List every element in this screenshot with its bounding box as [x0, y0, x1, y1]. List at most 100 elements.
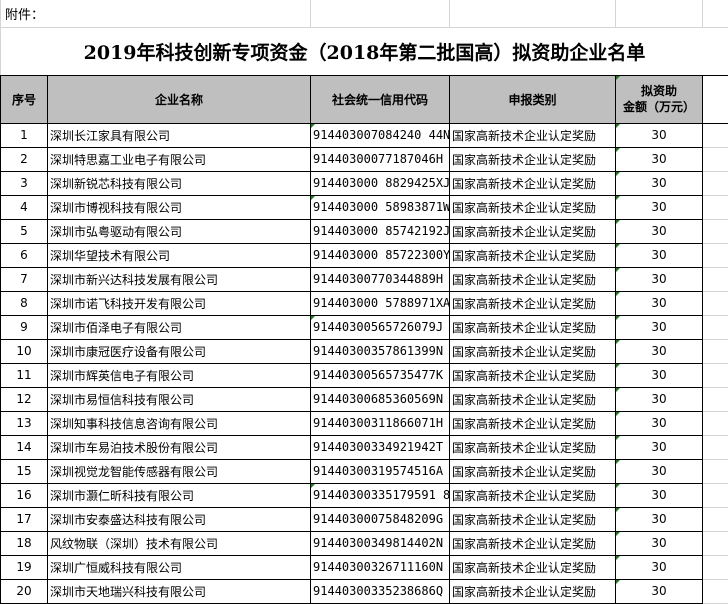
row-number[interactable]: 9 [1, 315, 48, 339]
amount[interactable]: 30 [616, 195, 703, 219]
row-number[interactable]: 12 [1, 387, 48, 411]
row-number[interactable]: 14 [1, 435, 48, 459]
amount[interactable]: 30 [616, 411, 703, 435]
company-name[interactable]: 风纹物联（深圳）技术有限公司 [48, 531, 311, 555]
category[interactable]: 国家高新技术企业认定奖励 [450, 579, 616, 603]
company-name[interactable]: 深圳新锐芯科技有限公司 [48, 171, 311, 195]
company-name[interactable]: 深圳市车易泊技术股份有限公司 [48, 435, 311, 459]
credit-code[interactable]: 91440300075848209G [311, 507, 450, 531]
row-number[interactable]: 16 [1, 483, 48, 507]
row-number[interactable]: 20 [1, 579, 48, 603]
category[interactable]: 国家高新技术企业认定奖励 [450, 291, 616, 315]
company-name[interactable]: 深圳市弘粤驱动有限公司 [48, 219, 311, 243]
company-name[interactable]: 深圳市灏仁昕科技有限公司 [48, 483, 311, 507]
row-number[interactable]: 11 [1, 363, 48, 387]
amount[interactable]: 30 [616, 531, 703, 555]
category[interactable]: 国家高新技术企业认定奖励 [450, 219, 616, 243]
credit-code[interactable]: 91440300565726079J [311, 315, 450, 339]
company-name[interactable]: 深圳华望技术有限公司 [48, 243, 311, 267]
credit-code[interactable]: 91440300319574516A [311, 459, 450, 483]
company-name[interactable]: 深圳市佰泽电子有限公司 [48, 315, 311, 339]
company-name[interactable]: 深圳市辉英信电子有限公司 [48, 363, 311, 387]
category[interactable]: 国家高新技术企业认定奖励 [450, 363, 616, 387]
row-number[interactable]: 7 [1, 267, 48, 291]
amount[interactable]: 30 [616, 171, 703, 195]
row-number[interactable]: 2 [1, 147, 48, 171]
amount[interactable]: 30 [616, 363, 703, 387]
category[interactable]: 国家高新技术企业认定奖励 [450, 435, 616, 459]
amount[interactable]: 30 [616, 315, 703, 339]
credit-code[interactable]: 91440300357861399N [311, 339, 450, 363]
row-number[interactable]: 4 [1, 195, 48, 219]
amount[interactable]: 30 [616, 147, 703, 171]
category[interactable]: 国家高新技术企业认定奖励 [450, 147, 616, 171]
amount[interactable]: 30 [616, 219, 703, 243]
header-category[interactable]: 申报类别 [450, 75, 616, 123]
header-no[interactable]: 序号 [1, 75, 48, 123]
category[interactable]: 国家高新技术企业认定奖励 [450, 507, 616, 531]
company-name[interactable]: 深圳市易恒信科技有限公司 [48, 387, 311, 411]
company-name[interactable]: 深圳知事科技信息咨询有限公司 [48, 411, 311, 435]
category[interactable]: 国家高新技术企业认定奖励 [450, 123, 616, 147]
category[interactable]: 国家高新技术企业认定奖励 [450, 459, 616, 483]
credit-code[interactable]: 91440300311866071H [311, 411, 450, 435]
amount[interactable]: 30 [616, 555, 703, 579]
credit-code[interactable]: 914403000 5788971XA [311, 291, 450, 315]
category[interactable]: 国家高新技术企业认定奖励 [450, 315, 616, 339]
category[interactable]: 国家高新技术企业认定奖励 [450, 267, 616, 291]
row-number[interactable]: 17 [1, 507, 48, 531]
category[interactable]: 国家高新技术企业认定奖励 [450, 171, 616, 195]
credit-code[interactable]: 91440300685360569N [311, 387, 450, 411]
row-number[interactable]: 13 [1, 411, 48, 435]
credit-code[interactable]: 914403000 8829425XJ [311, 171, 450, 195]
row-number[interactable]: 19 [1, 555, 48, 579]
credit-code[interactable]: 914403000 85722300Y [311, 243, 450, 267]
amount[interactable]: 30 [616, 339, 703, 363]
row-number[interactable]: 1 [1, 123, 48, 147]
credit-code[interactable]: 914403007084240 44N [311, 123, 450, 147]
row-number[interactable]: 18 [1, 531, 48, 555]
company-name[interactable]: 深圳长江家具有限公司 [48, 123, 311, 147]
company-name[interactable]: 深圳市博视科技有限公司 [48, 195, 311, 219]
amount[interactable]: 30 [616, 507, 703, 531]
category[interactable]: 国家高新技术企业认定奖励 [450, 387, 616, 411]
header-amount[interactable]: 拟资助 金额（万元） [616, 75, 703, 123]
credit-code[interactable]: 91440300077187046H [311, 147, 450, 171]
company-name[interactable]: 深圳广恒威科技有限公司 [48, 555, 311, 579]
category[interactable]: 国家高新技术企业认定奖励 [450, 243, 616, 267]
amount[interactable]: 30 [616, 267, 703, 291]
credit-code[interactable]: 91440300565735477K [311, 363, 450, 387]
company-name[interactable]: 深圳市诺飞科技开发有限公司 [48, 291, 311, 315]
category[interactable]: 国家高新技术企业认定奖励 [450, 339, 616, 363]
amount[interactable]: 30 [616, 291, 703, 315]
amount[interactable]: 30 [616, 459, 703, 483]
company-name[interactable]: 深圳市天地瑞兴科技有限公司 [48, 579, 311, 603]
company-name[interactable]: 深圳视觉龙智能传感器有限公司 [48, 459, 311, 483]
row-number[interactable]: 5 [1, 219, 48, 243]
row-number[interactable]: 10 [1, 339, 48, 363]
row-number[interactable]: 15 [1, 459, 48, 483]
credit-code[interactable]: 914403000 85742192J [311, 219, 450, 243]
credit-code[interactable]: 91440300326711160N [311, 555, 450, 579]
amount[interactable]: 30 [616, 435, 703, 459]
credit-code[interactable]: 91440300335179591 8 [311, 483, 450, 507]
credit-code[interactable]: 91440300334921942T [311, 435, 450, 459]
row-number[interactable]: 6 [1, 243, 48, 267]
attachment-label[interactable]: 附件： [1, 0, 311, 27]
credit-code[interactable]: 91440300770344889H [311, 267, 450, 291]
amount[interactable]: 30 [616, 123, 703, 147]
category[interactable]: 国家高新技术企业认定奖励 [450, 483, 616, 507]
header-company-name[interactable]: 企业名称 [48, 75, 311, 123]
amount[interactable]: 30 [616, 243, 703, 267]
row-number[interactable]: 3 [1, 171, 48, 195]
document-title[interactable]: 2019年科技创新专项资金（2018年第二批国高）拟资助企业名单 [1, 27, 728, 75]
row-number[interactable]: 8 [1, 291, 48, 315]
category[interactable]: 国家高新技术企业认定奖励 [450, 195, 616, 219]
category[interactable]: 国家高新技术企业认定奖励 [450, 531, 616, 555]
amount[interactable]: 30 [616, 483, 703, 507]
company-name[interactable]: 深圳市新兴达科技发展有限公司 [48, 267, 311, 291]
company-name[interactable]: 深圳市康冠医疗设备有限公司 [48, 339, 311, 363]
company-name[interactable]: 深圳特思嘉工业电子有限公司 [48, 147, 311, 171]
header-credit-code[interactable]: 社会统一信用代码 [311, 75, 450, 123]
category[interactable]: 国家高新技术企业认定奖励 [450, 411, 616, 435]
